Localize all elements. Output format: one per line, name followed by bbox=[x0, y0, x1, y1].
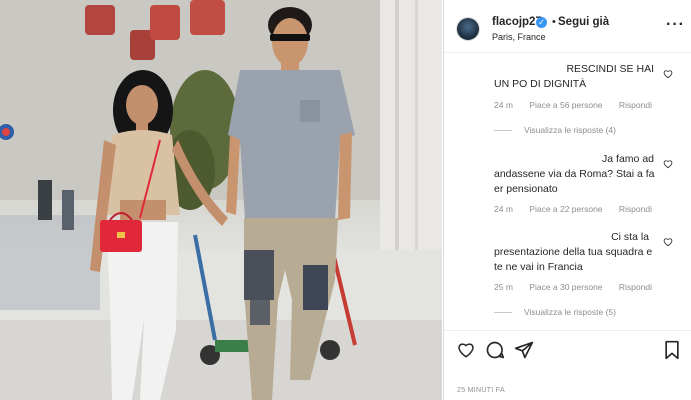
comment-meta: 24 m Piace a 22 persone Rispondi bbox=[494, 204, 666, 214]
view-replies-label: Visualizza le risposte (4) bbox=[524, 125, 616, 135]
post-side-panel: flacojp27 ✓ • Segui già Paris, France ··… bbox=[443, 0, 691, 400]
photo-illustration bbox=[0, 0, 442, 400]
following-button[interactable]: Segui già bbox=[558, 16, 609, 28]
comment-text: RESCINDI SE HAI UN PO DI DIGNITÀ bbox=[494, 62, 654, 92]
more-options-icon[interactable]: ··· bbox=[666, 16, 685, 34]
reply-button[interactable]: Rispondi bbox=[619, 282, 652, 292]
post-photo[interactable] bbox=[0, 0, 442, 400]
post-timestamp: 25 MINUTI FA bbox=[457, 387, 505, 394]
view-replies-button[interactable]: Visualizza le risposte (5) bbox=[494, 307, 616, 317]
comment-text: Ci sta la presentazione della tua squadr… bbox=[494, 230, 659, 275]
comment-text: Ja famo ad andassene via da Roma? Stai a… bbox=[494, 152, 659, 197]
verified-badge-icon: ✓ bbox=[536, 17, 547, 28]
comment-likes[interactable]: Piace a 30 persone bbox=[529, 282, 602, 292]
avatar[interactable] bbox=[457, 18, 479, 40]
replies-divider bbox=[494, 312, 512, 314]
heart-icon[interactable] bbox=[663, 237, 673, 247]
comment-line: Ja famo ad bbox=[602, 153, 654, 165]
post-header: flacojp27 ✓ • Segui già Paris, France ··… bbox=[444, 0, 691, 53]
comment-line: andassene via da Roma? Stai a fa bbox=[494, 168, 655, 180]
username-link[interactable]: flacojp27 bbox=[492, 16, 542, 28]
comment-line: er pensionato bbox=[494, 183, 558, 195]
comment-meta: 25 m Piace a 30 persone Rispondi bbox=[494, 282, 666, 292]
comment-line: RESCINDI SE HAI bbox=[566, 63, 654, 75]
comment-meta: 24 m Piace a 56 persone Rispondi bbox=[494, 100, 666, 110]
view-replies-button[interactable]: Visualizza le risposte (4) bbox=[494, 125, 616, 135]
view-replies-label: Visualizza le risposte (5) bbox=[524, 307, 616, 317]
comment-time: 24 m bbox=[494, 204, 513, 214]
heart-icon[interactable] bbox=[663, 159, 673, 169]
comment-time: 24 m bbox=[494, 100, 513, 110]
comment-line: Ci sta la bbox=[611, 231, 649, 243]
comment-line: presentazione della tua squadra e bbox=[494, 246, 653, 258]
post-actions-bar bbox=[444, 330, 691, 371]
comment-icon[interactable] bbox=[485, 340, 505, 360]
location-link[interactable]: Paris, France bbox=[492, 32, 546, 42]
comment-likes[interactable]: Piace a 22 persone bbox=[529, 204, 602, 214]
separator-dot: • bbox=[552, 16, 556, 28]
comment-time: 25 m bbox=[494, 282, 513, 292]
heart-icon[interactable] bbox=[456, 341, 476, 359]
bookmark-icon[interactable] bbox=[663, 340, 681, 360]
heart-icon[interactable] bbox=[663, 69, 673, 79]
comment-line: UN PO DI DIGNITÀ bbox=[494, 78, 587, 90]
reply-button[interactable]: Rispondi bbox=[619, 204, 652, 214]
share-icon[interactable] bbox=[514, 340, 534, 360]
reply-button[interactable]: Rispondi bbox=[619, 100, 652, 110]
comment-line: te ne vai in Francia bbox=[494, 261, 583, 273]
comment-likes[interactable]: Piace a 56 persone bbox=[529, 100, 602, 110]
replies-divider bbox=[494, 130, 512, 132]
